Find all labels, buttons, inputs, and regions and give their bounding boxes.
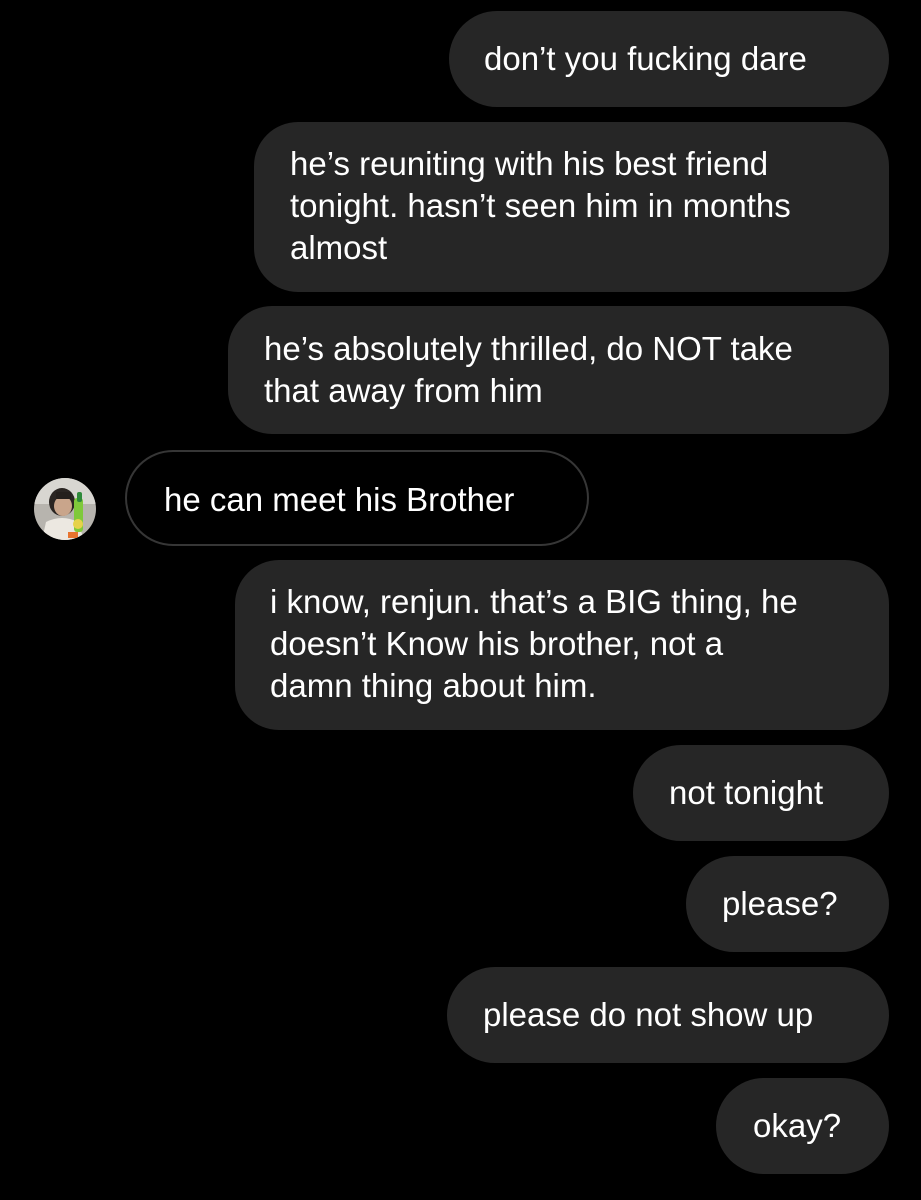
contact-avatar[interactable] <box>34 478 96 540</box>
profile-photo-icon <box>34 478 96 540</box>
message-bubble-received[interactable]: he can meet his Brother <box>125 450 589 546</box>
message-thread: don’t you fucking dare he’s reuniting wi… <box>0 0 921 1200</box>
message-bubble-sent[interactable]: don’t you fucking dare <box>449 11 889 107</box>
message-bubble-sent[interactable]: i know, renjun. that’s a BIG thing, he d… <box>235 560 889 730</box>
message-bubble-sent[interactable]: he’s absolutely thrilled, do NOT take th… <box>228 306 889 434</box>
message-bubble-sent[interactable]: please do not show up <box>447 967 889 1063</box>
message-bubble-sent[interactable]: okay? <box>716 1078 889 1174</box>
message-bubble-sent[interactable]: please? <box>686 856 889 952</box>
message-bubble-sent[interactable]: not tonight <box>633 745 889 841</box>
message-bubble-sent[interactable]: he’s reuniting with his best friend toni… <box>254 122 889 292</box>
